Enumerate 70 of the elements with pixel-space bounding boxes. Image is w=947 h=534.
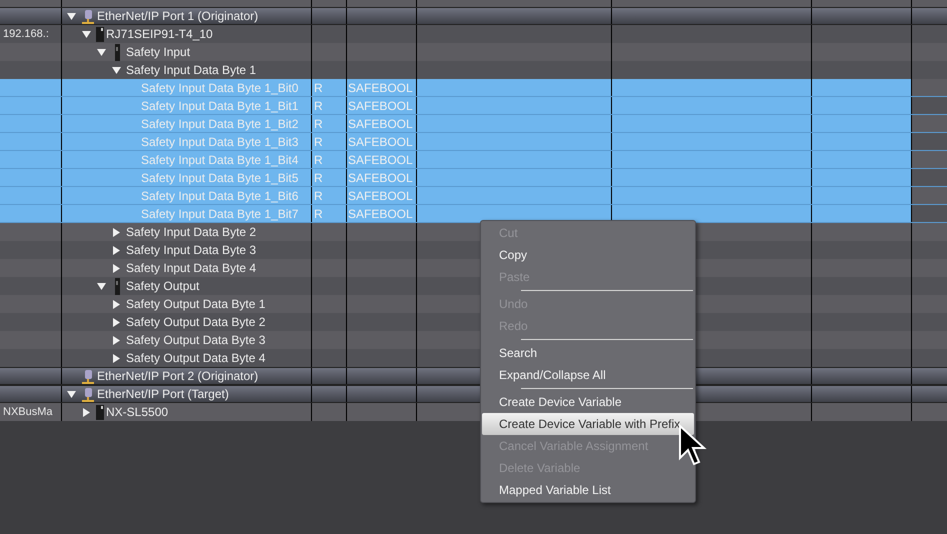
expand-triangle-icon[interactable]: [112, 318, 121, 326]
network-port-icon: [81, 8, 95, 24]
table-cell-text: SAFEBOOL: [348, 116, 413, 132]
mouse-cursor-icon: [678, 424, 708, 468]
expand-triangle-icon[interactable]: [112, 246, 121, 254]
table-cell-text: SAFEBOOL: [348, 80, 413, 96]
tree-item-label: Safety Output Data Byte 3: [126, 332, 266, 349]
table-cell-text: SAFEBOOL: [348, 188, 413, 204]
tree-item-label: EtherNet/IP Port (Target): [97, 386, 229, 403]
tree-item-label: Safety Input Data Byte 1_Bit7: [141, 206, 298, 222]
expand-triangle-icon[interactable]: [112, 300, 121, 308]
collapse-triangle-icon[interactable]: [97, 48, 106, 56]
expand-triangle-icon[interactable]: [82, 408, 91, 416]
tree-item-label: Safety Input Data Byte 1_Bit5: [141, 170, 298, 186]
tree-item-label: Safety Output Data Byte 4: [126, 350, 266, 367]
tree-item-label: Safety Input Data Byte 1_Bit1: [141, 98, 298, 114]
expand-triangle-icon[interactable]: [112, 354, 121, 362]
table-row[interactable]: Safety Input Data Byte 1: [0, 61, 947, 79]
table-cell-text: R: [314, 98, 323, 114]
network-port-icon: [81, 368, 95, 384]
device-icon: [96, 26, 104, 42]
table-row[interactable]: Safety Input: [0, 43, 947, 61]
tree-item-label: Safety Input Data Byte 1_Bit3: [141, 134, 298, 150]
menu-item[interactable]: Mapped Variable List: [482, 479, 694, 501]
table-cell-text: NXBusMa: [3, 404, 53, 420]
tree-item-label: RJ71SEIP91-T4_10: [106, 26, 213, 43]
tree-item-label: Safety Input Data Byte 1_Bit0: [141, 80, 298, 96]
tree-item-label: Safety Output Data Byte 2: [126, 314, 266, 331]
table-cell-text: SAFEBOOL: [348, 152, 413, 168]
collapse-triangle-icon[interactable]: [67, 12, 76, 20]
module-icon: [115, 278, 120, 294]
group-header-row[interactable]: EtherNet/IP Port 1 (Originator): [0, 7, 947, 25]
network-port-icon: [81, 386, 95, 402]
expand-triangle-icon[interactable]: [112, 336, 121, 344]
tree-item-label: Safety Input Data Byte 1_Bit6: [141, 188, 298, 204]
table-cell-text: R: [314, 170, 323, 186]
table-cell-text: 192.168.:: [3, 26, 49, 42]
tree-item-label: NX-SL5500: [106, 404, 168, 421]
menu-item[interactable]: Expand/Collapse All: [482, 364, 694, 386]
tree-item-label: Safety Input Data Byte 1_Bit4: [141, 152, 298, 168]
module-icon: [115, 44, 120, 60]
tree-item-label: Safety Input Data Byte 1_Bit2: [141, 116, 298, 132]
tree-item-label: Safety Input Data Byte 2: [126, 224, 256, 241]
table-cell-text: R: [314, 134, 323, 150]
collapse-triangle-icon[interactable]: [97, 282, 106, 290]
table-cell-text: R: [314, 206, 323, 222]
tree-item-label: Safety Input Data Byte 3: [126, 242, 256, 259]
table-cell-text: SAFEBOOL: [348, 98, 413, 114]
tree-item-label: Safety Output: [126, 278, 200, 295]
tree-item-label: Safety Input Data Byte 4: [126, 260, 256, 277]
collapse-triangle-icon[interactable]: [112, 66, 121, 74]
table-cell-text: SAFEBOOL: [348, 206, 413, 222]
collapse-triangle-icon[interactable]: [82, 30, 91, 38]
tree-item-label: Safety Input Data Byte 1: [126, 62, 256, 79]
table-cell-text: R: [314, 116, 323, 132]
table-row[interactable]: 192.168.: RJ71SEIP91-T4_10: [0, 25, 947, 43]
tree-item-label: EtherNet/IP Port 1 (Originator): [97, 8, 258, 25]
device-icon: [96, 404, 104, 420]
table-cell-text: SAFEBOOL: [348, 170, 413, 186]
tree-item-label: EtherNet/IP Port 2 (Originator): [97, 368, 258, 385]
table-cell-text: R: [314, 80, 323, 96]
expand-triangle-icon[interactable]: [112, 228, 121, 236]
menu-item[interactable]: Create Device Variable with Prefix: [482, 413, 694, 435]
tree-item-label: Safety Output Data Byte 1: [126, 296, 266, 313]
collapse-triangle-icon[interactable]: [67, 390, 76, 398]
tree-item-label: Safety Input: [126, 44, 190, 61]
table-cell-text: R: [314, 188, 323, 204]
expand-triangle-icon[interactable]: [112, 264, 121, 272]
table-cell-text: R: [314, 152, 323, 168]
table-cell-text: SAFEBOOL: [348, 134, 413, 150]
